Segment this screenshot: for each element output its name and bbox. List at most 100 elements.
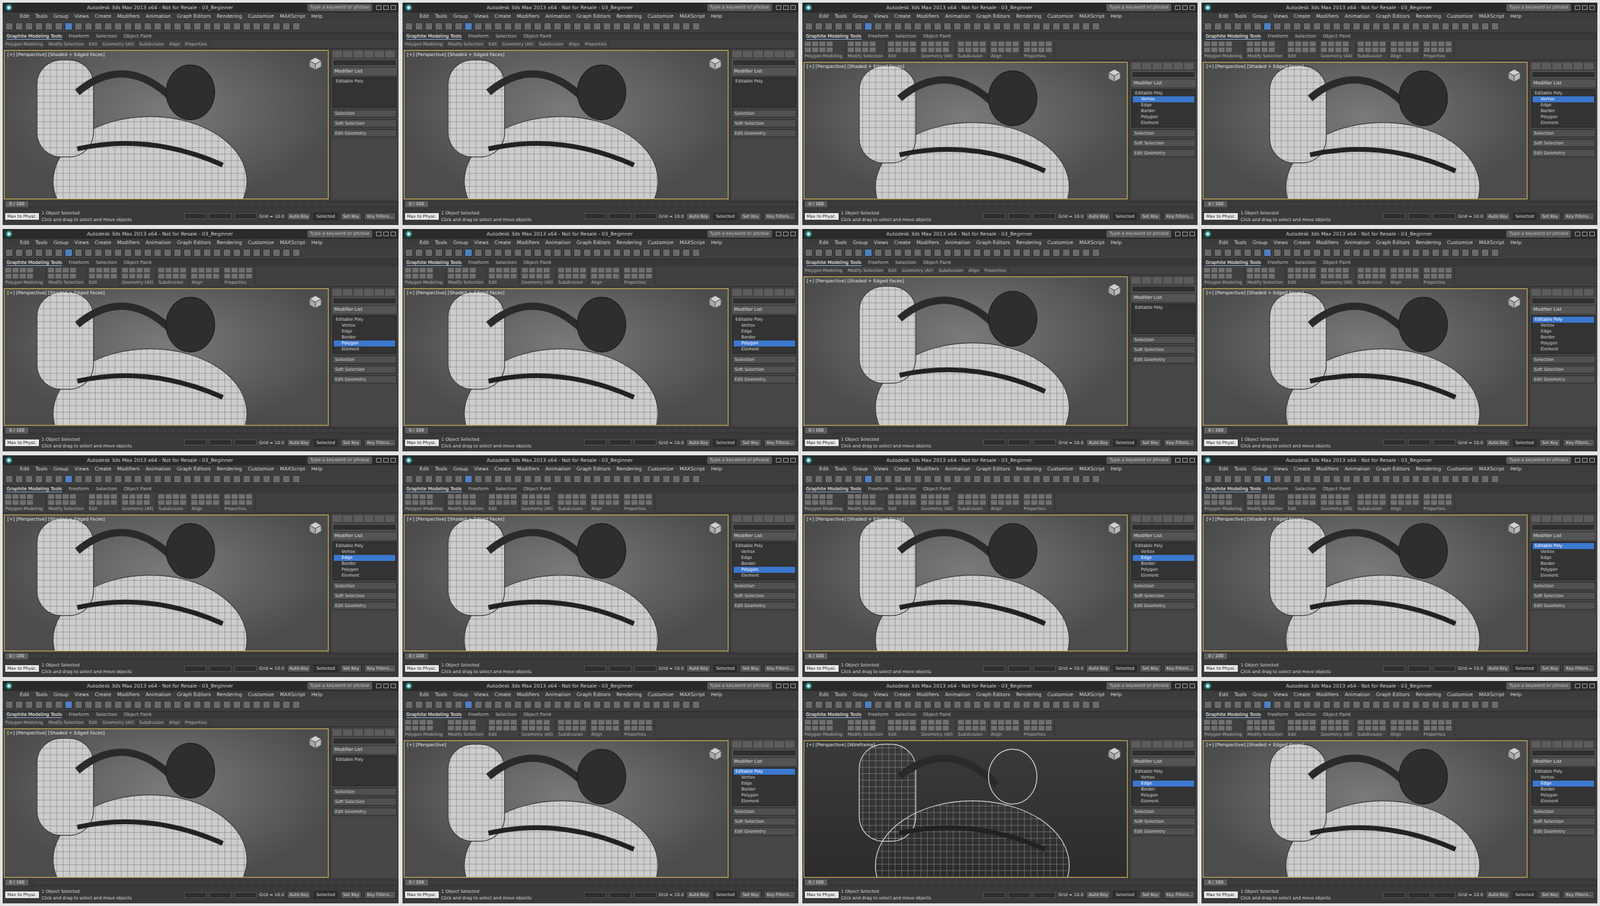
ribbon-group-label[interactable]: Modify Selection <box>448 279 484 286</box>
ribbon-tool-icon[interactable] <box>979 47 986 53</box>
tool-icon[interactable] <box>1431 22 1440 31</box>
menu-item[interactable]: Tools <box>35 465 48 473</box>
ribbon-group-label[interactable]: Subdivision <box>139 41 164 47</box>
tool-icon[interactable] <box>1491 475 1500 483</box>
tool-icon[interactable] <box>884 22 893 31</box>
ribbon-tool-icon[interactable] <box>55 494 62 499</box>
tool-icon[interactable] <box>1233 22 1242 31</box>
ribbon-tool-icon[interactable] <box>598 273 605 279</box>
tool-icon[interactable] <box>183 700 192 709</box>
ribbon-tool-icon[interactable] <box>448 500 454 505</box>
ribbon-tool-icon[interactable] <box>405 494 412 499</box>
ribbon-tool-icon[interactable] <box>96 273 103 279</box>
tool-icon[interactable] <box>824 475 833 483</box>
coord-x-field[interactable] <box>1382 439 1406 446</box>
ribbon-tool-icon[interactable] <box>426 500 433 505</box>
panel-tab-icon[interactable] <box>732 50 742 58</box>
menu-item[interactable]: Views <box>74 239 90 247</box>
ribbon-tool-icon[interactable] <box>1423 273 1430 279</box>
ribbon-tool-icon[interactable] <box>869 494 876 499</box>
ribbon-tool-icon[interactable] <box>804 494 811 499</box>
tool-icon[interactable] <box>672 475 681 483</box>
tool-icon[interactable] <box>933 22 942 31</box>
panel-tab-icon[interactable] <box>1152 277 1162 284</box>
key-mode-dropdown[interactable]: Selected <box>313 212 338 221</box>
stack-item[interactable]: Polygon <box>733 566 796 573</box>
tool-icon[interactable] <box>1243 475 1252 483</box>
time-slider[interactable]: 0 / 100 <box>1201 200 1598 208</box>
ribbon-group-label[interactable]: Subdivision <box>1357 279 1386 286</box>
ribbon-tool-icon[interactable] <box>1328 273 1335 279</box>
tool-icon[interactable] <box>923 22 932 31</box>
ribbon-tool-icon[interactable] <box>638 500 645 505</box>
time-slider[interactable]: 0 / 100 <box>2 426 399 435</box>
ribbon-tool-icon[interactable] <box>213 267 220 273</box>
tool-icon[interactable] <box>1012 22 1021 31</box>
tool-icon[interactable] <box>1431 248 1440 257</box>
viewport-label[interactable]: [+] [Perspective] [Shaded + Edged Faces] <box>1206 516 1304 522</box>
tool-icon[interactable] <box>563 475 572 483</box>
tool-icon[interactable] <box>203 475 212 483</box>
menu-item[interactable]: Graph Editors <box>1375 465 1410 473</box>
menu-item[interactable]: Customize <box>1446 465 1473 473</box>
tool-icon[interactable] <box>1002 475 1011 483</box>
stack-item[interactable]: Edge <box>733 328 796 335</box>
tool-icon[interactable] <box>903 248 912 257</box>
ribbon-tool-icon[interactable] <box>935 41 942 47</box>
set-key-button[interactable]: Set Key <box>340 438 363 447</box>
tool-icon[interactable] <box>1471 22 1480 31</box>
ribbon-tool-icon[interactable] <box>1342 41 1349 47</box>
tool-icon[interactable] <box>1243 248 1252 257</box>
ribbon-tool-icon[interactable] <box>1302 47 1309 53</box>
ribbon-tool-icon[interactable] <box>419 500 426 505</box>
app-logo-icon[interactable] <box>1204 230 1212 238</box>
tool-icon[interactable] <box>5 475 14 483</box>
tool-icon[interactable] <box>242 475 251 483</box>
tool-icon[interactable] <box>1273 475 1282 483</box>
ribbon-tool-icon[interactable] <box>895 47 902 53</box>
ribbon-tool-icon[interactable] <box>1320 41 1327 47</box>
tool-icon[interactable] <box>1421 22 1430 31</box>
tool-icon[interactable] <box>282 475 291 483</box>
tool-icon[interactable] <box>533 22 542 31</box>
ribbon-tool-icon[interactable] <box>935 500 942 505</box>
menu-item[interactable]: Modifiers <box>916 239 939 247</box>
menu-item[interactable]: Rendering <box>1415 13 1441 20</box>
key-mode-dropdown[interactable]: Selected <box>1512 664 1537 673</box>
ribbon-tool-icon[interactable] <box>1261 500 1268 505</box>
ribbon-tool-icon[interactable] <box>122 500 128 505</box>
tool-icon[interactable] <box>1204 22 1213 31</box>
stack-item[interactable]: Border <box>1132 108 1195 115</box>
view-cube-icon[interactable] <box>1506 67 1522 83</box>
tool-icon[interactable] <box>632 475 641 483</box>
menu-item[interactable]: Help <box>311 13 323 20</box>
ribbon-tool-icon[interactable] <box>1398 47 1405 53</box>
tool-icon[interactable] <box>622 22 631 31</box>
key-mode-dropdown[interactable]: Selected <box>1113 212 1137 221</box>
ribbon-tool-icon[interactable] <box>455 494 462 499</box>
ribbon-group-label[interactable]: Geometry (All) <box>901 267 934 274</box>
tool-icon[interactable] <box>1233 475 1242 483</box>
tool-icon[interactable] <box>1352 475 1361 483</box>
tool-icon[interactable] <box>1072 475 1081 483</box>
panel-tab-icon[interactable] <box>353 515 363 522</box>
tool-icon[interactable] <box>814 22 823 31</box>
tool-icon[interactable] <box>1372 248 1381 257</box>
ribbon-tool-icon[interactable] <box>12 494 19 499</box>
ribbon-tool-icon[interactable] <box>565 500 572 505</box>
tool-icon[interactable] <box>894 22 902 31</box>
panel-tab-icon[interactable] <box>1163 62 1173 70</box>
tool-icon[interactable] <box>874 248 883 257</box>
time-track[interactable] <box>1229 654 1595 658</box>
tool-icon[interactable] <box>1273 22 1282 31</box>
ribbon-tool-icon[interactable] <box>1309 273 1316 279</box>
viewport[interactable]: [+] [Perspective] [Shaded + Edged Faces] <box>403 514 729 652</box>
tool-icon[interactable] <box>444 22 453 31</box>
auto-key-button[interactable]: Auto Key <box>686 438 711 447</box>
menu-item[interactable]: Create <box>95 465 112 473</box>
ribbon-tool-icon[interactable] <box>55 500 62 505</box>
panel-tab-icon[interactable] <box>343 288 353 296</box>
ribbon-tool-icon[interactable] <box>1031 500 1038 505</box>
menu-item[interactable]: Edit <box>819 13 830 20</box>
ribbon-tool-icon[interactable] <box>965 41 972 47</box>
